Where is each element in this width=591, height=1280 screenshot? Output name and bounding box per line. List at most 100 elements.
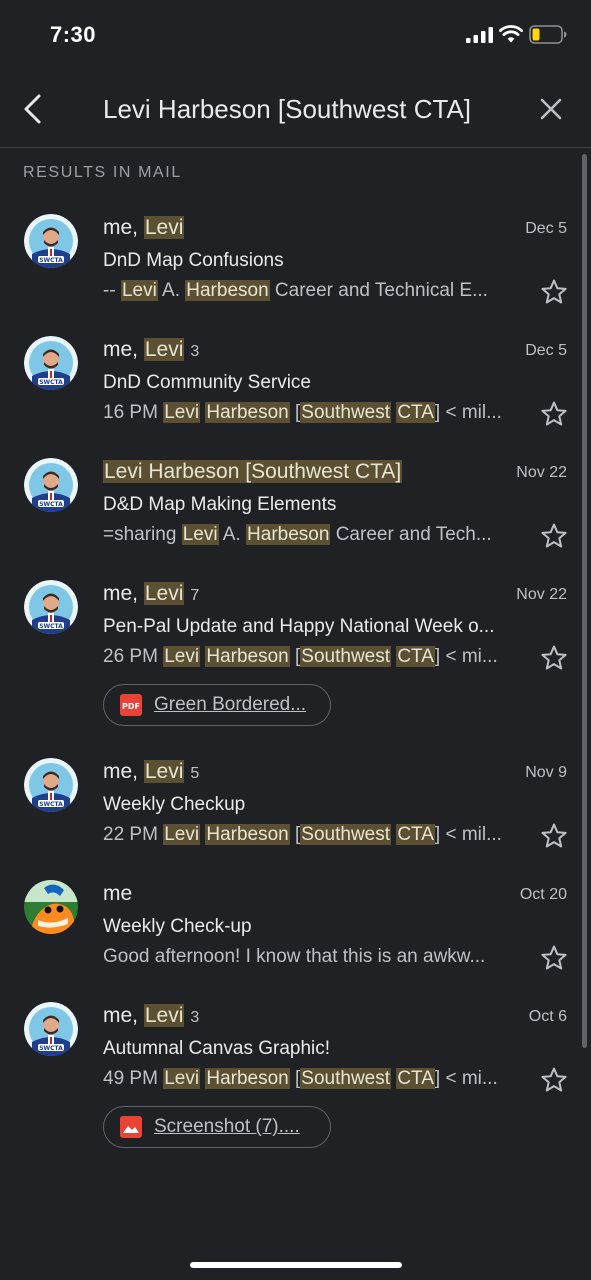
mail-row[interactable]: SWCTA me, Levi 3 Oct 6 Autumnal Canvas Grap… — [0, 996, 580, 1148]
mail-date: Dec 5 — [525, 220, 567, 237]
search-query[interactable]: Levi Harbeson [Southwest CTA] — [103, 94, 471, 125]
mail-row[interactable]: me Oct 20 Weekly Check-up Good afternoon! I… — [0, 874, 580, 984]
mail-subject: DnD Community Service — [103, 372, 311, 393]
sender-avatar-swcta[interactable]: SWCTA — [24, 1002, 78, 1056]
star-icon[interactable] — [540, 522, 568, 550]
sender-avatar-swcta[interactable]: SWCTA — [24, 758, 78, 812]
search-highlight: Harbeson — [205, 646, 290, 667]
search-highlight: Harbeson — [185, 280, 270, 301]
search-highlight: Harbeson — [246, 524, 331, 545]
star-icon[interactable] — [540, 400, 568, 428]
mail-sender: me, Levi — [103, 216, 185, 239]
mail-snippet: 22 PM Levi Harbeson [Southwest CTA] < mi… — [103, 824, 502, 845]
search-header: Levi Harbeson [Southwest CTA] — [0, 70, 591, 148]
svg-text:SWCTA: SWCTA — [39, 501, 63, 508]
attachment-name: Screenshot (7).... — [154, 1116, 300, 1137]
star-icon[interactable] — [540, 822, 568, 850]
wifi-icon — [499, 25, 523, 43]
search-highlight: Harbeson — [205, 402, 290, 423]
mail-snippet: 26 PM Levi Harbeson [Southwest CTA] < mi… — [103, 646, 498, 667]
close-icon[interactable] — [538, 96, 564, 122]
battery-low-icon — [529, 25, 567, 44]
svg-text:SWCTA: SWCTA — [39, 1045, 63, 1052]
sender-avatar-swcta[interactable]: SWCTA — [24, 458, 78, 512]
mail-subject: Autumnal Canvas Graphic! — [103, 1038, 331, 1059]
search-highlight: Southwest — [300, 646, 392, 667]
sender-avatar-swcta[interactable]: SWCTA — [24, 336, 78, 390]
search-highlight: CTA — [396, 1068, 435, 1089]
search-highlight: Levi — [163, 1068, 201, 1089]
attachment-chip[interactable]: PDF Green Bordered... — [103, 684, 331, 726]
svg-text:SWCTA: SWCTA — [39, 623, 63, 630]
star-icon[interactable] — [540, 644, 568, 672]
svg-text:SWCTA: SWCTA — [39, 379, 63, 386]
mail-row[interactable]: SWCTA me, Levi 7 Nov 22 Pen-Pal Update and … — [0, 574, 580, 726]
search-highlight: CTA — [396, 402, 435, 423]
mail-sender: Levi Harbeson [Southwest CTA] — [103, 460, 403, 484]
status-time: 7:30 — [50, 22, 97, 47]
sender-avatar-swcta[interactable]: SWCTA — [24, 214, 78, 268]
search-highlight: CTA — [396, 646, 435, 667]
mail-snippet: -- Levi A. Harbeson Career and Technical… — [103, 280, 488, 301]
search-highlight: Levi — [120, 280, 158, 301]
results-section-label: RESULTS IN MAIL — [23, 164, 182, 181]
search-highlight: Harbeson — [205, 824, 290, 845]
mail-snippet: 49 PM Levi Harbeson [Southwest CTA] < mi… — [103, 1068, 498, 1089]
mail-date: Nov 22 — [516, 586, 567, 603]
search-highlight: Levi — [163, 402, 201, 423]
mail-subject: Weekly Checkup — [103, 794, 246, 815]
star-icon[interactable] — [540, 944, 568, 972]
attachment-name: Green Bordered... — [154, 694, 307, 715]
search-highlight: Levi Harbeson [Southwest CTA] — [103, 460, 403, 483]
mail-date: Nov 9 — [525, 764, 567, 781]
mail-subject: Weekly Check-up — [103, 916, 252, 937]
mail-sender: me, Levi 7 — [103, 582, 200, 605]
sender-avatar-swcta[interactable]: SWCTA — [24, 580, 78, 634]
mail-subject: Pen-Pal Update and Happy National Week o… — [103, 616, 495, 637]
search-highlight: Southwest — [300, 1068, 392, 1089]
scrollbar[interactable] — [582, 154, 587, 1048]
image-file-icon — [120, 1116, 142, 1138]
search-highlight: Levi — [143, 582, 185, 605]
mail-sender: me, Levi 3 — [103, 338, 200, 361]
sender-avatar-fish[interactable] — [24, 880, 78, 934]
svg-text:PDF: PDF — [122, 702, 140, 711]
search-highlight: Levi — [181, 524, 219, 545]
mail-row[interactable]: SWCTA me, Levi 5 Nov 9 Weekly Checkup 22 PM … — [0, 752, 580, 862]
mail-sender: me — [103, 882, 133, 905]
thread-count: 3 — [190, 1009, 200, 1026]
search-highlight: Levi — [163, 646, 201, 667]
mail-sender: me, Levi 5 — [103, 760, 200, 783]
mail-row[interactable]: SWCTA me, Levi 3 Dec 5 DnD Community Servic… — [0, 330, 580, 440]
mail-snippet: 16 PM Levi Harbeson [Southwest CTA] < mi… — [103, 402, 502, 423]
cellular-signal-icon — [466, 27, 493, 43]
search-highlight: Levi — [143, 1004, 185, 1027]
home-indicator[interactable] — [190, 1262, 402, 1268]
thread-count: 7 — [190, 587, 200, 604]
search-highlight: Harbeson — [205, 1068, 290, 1089]
mail-snippet: Good afternoon! I know that this is an a… — [103, 946, 486, 967]
back-arrow-icon[interactable] — [18, 92, 48, 126]
search-highlight: CTA — [396, 824, 435, 845]
mail-snippet: =sharing Levi A. Harbeson Career and Tec… — [103, 524, 492, 545]
star-icon[interactable] — [540, 278, 568, 306]
mail-sender: me, Levi 3 — [103, 1004, 200, 1027]
thread-count: 5 — [190, 765, 200, 782]
mail-date: Oct 20 — [519, 886, 567, 903]
star-icon[interactable] — [540, 1066, 568, 1094]
mail-subject: DnD Map Confusions — [103, 250, 284, 271]
mail-date: Oct 6 — [528, 1008, 567, 1025]
mail-subject: D&D Map Making Elements — [103, 494, 337, 515]
pdf-file-icon: PDF — [120, 694, 142, 716]
mail-row[interactable]: SWCTA me, Levi Dec 5 DnD Map Confusions -- … — [0, 208, 580, 318]
mail-row[interactable]: SWCTA Levi Harbeson [Southwest CTA] Nov 2… — [0, 452, 580, 562]
status-bar: 7:30 — [0, 0, 591, 70]
search-highlight: Levi — [143, 338, 185, 361]
svg-text:SWCTA: SWCTA — [39, 801, 63, 808]
search-highlight: Southwest — [300, 824, 392, 845]
search-highlight: Levi — [143, 216, 185, 239]
attachment-chip[interactable]: Screenshot (7).... — [103, 1106, 331, 1148]
thread-count: 3 — [190, 343, 200, 360]
mail-date: Dec 5 — [525, 342, 567, 359]
svg-text:SWCTA: SWCTA — [39, 257, 63, 264]
